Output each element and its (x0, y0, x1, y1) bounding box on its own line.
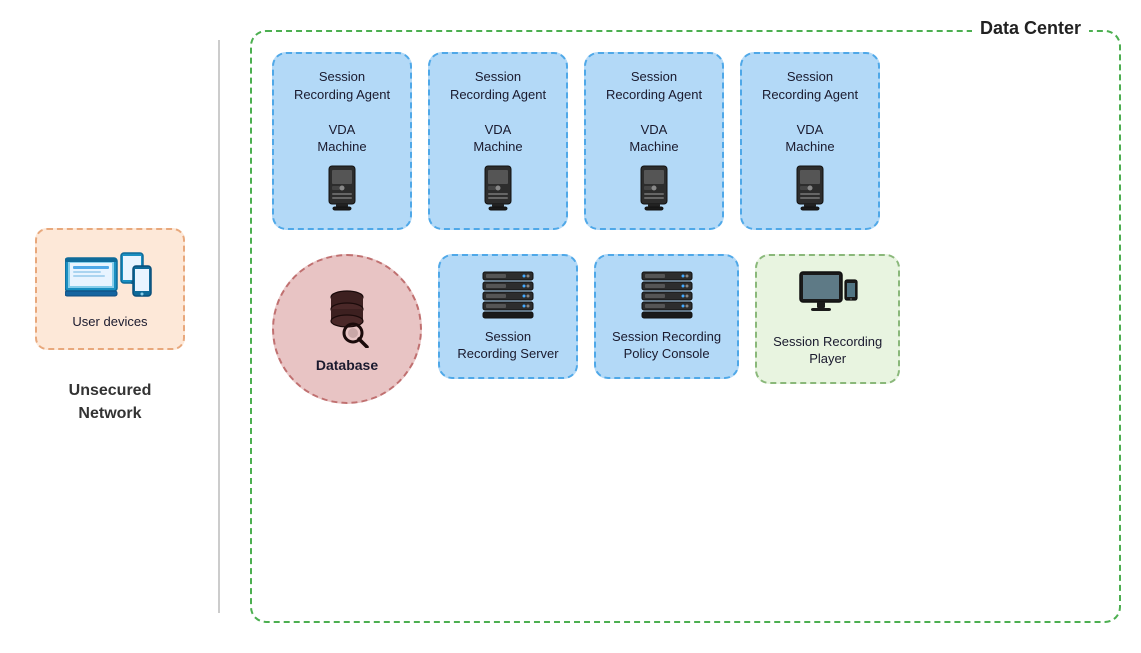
session-recording-server-box: Session Recording Server (438, 254, 578, 379)
agent-box-4: SessionRecording AgentVDAMachine (740, 52, 880, 230)
tower-computer-icon-1 (323, 164, 361, 214)
policy-server-icon (637, 270, 697, 320)
user-devices-label: User devices (72, 313, 147, 331)
right-panel: Data Center SessionRecording AgentVDAMac… (220, 0, 1141, 653)
server-rack-icon (478, 270, 538, 320)
session-recording-server-label: Session Recording Server (457, 328, 558, 363)
bottom-row: Database (272, 254, 1099, 404)
session-recording-player-box: Session Recording Player (755, 254, 900, 384)
agent-label-4: SessionRecording AgentVDAMachine (762, 68, 858, 156)
tower-computer-icon-2 (479, 164, 517, 214)
agent-box-1: SessionRecording AgentVDAMachine (272, 52, 412, 230)
session-recording-policy-box: Session Recording Policy Console (594, 254, 739, 379)
database-label: Database (316, 356, 378, 375)
player-label: Session Recording Player (773, 333, 882, 368)
policy-console-label: Session Recording Policy Console (612, 328, 721, 363)
tower-computer-icon-3 (635, 164, 673, 214)
agents-row: SessionRecording AgentVDAMachine (272, 52, 1099, 230)
player-monitor-icon (795, 270, 860, 325)
user-devices-box: User devices (35, 228, 185, 351)
agent-label-3: SessionRecording AgentVDAMachine (606, 68, 702, 156)
database-box: Database (272, 254, 422, 404)
agent-box-2: SessionRecording AgentVDAMachine (428, 52, 568, 230)
unsecured-network-label: Unsecured Network (69, 380, 152, 425)
agent-box-3: SessionRecording AgentVDAMachine (584, 52, 724, 230)
data-center-border: Data Center SessionRecording AgentVDAMac… (250, 30, 1121, 623)
database-icon (315, 283, 380, 348)
agent-label-1: SessionRecording AgentVDAMachine (294, 68, 390, 156)
left-panel: User devices Unsecured Network (0, 0, 220, 653)
tower-computer-icon-4 (791, 164, 829, 214)
agent-label-2: SessionRecording AgentVDAMachine (450, 68, 546, 156)
main-container: User devices Unsecured Network Data Cent… (0, 0, 1141, 653)
data-center-title: Data Center (972, 18, 1089, 39)
devices-icon (65, 248, 155, 303)
